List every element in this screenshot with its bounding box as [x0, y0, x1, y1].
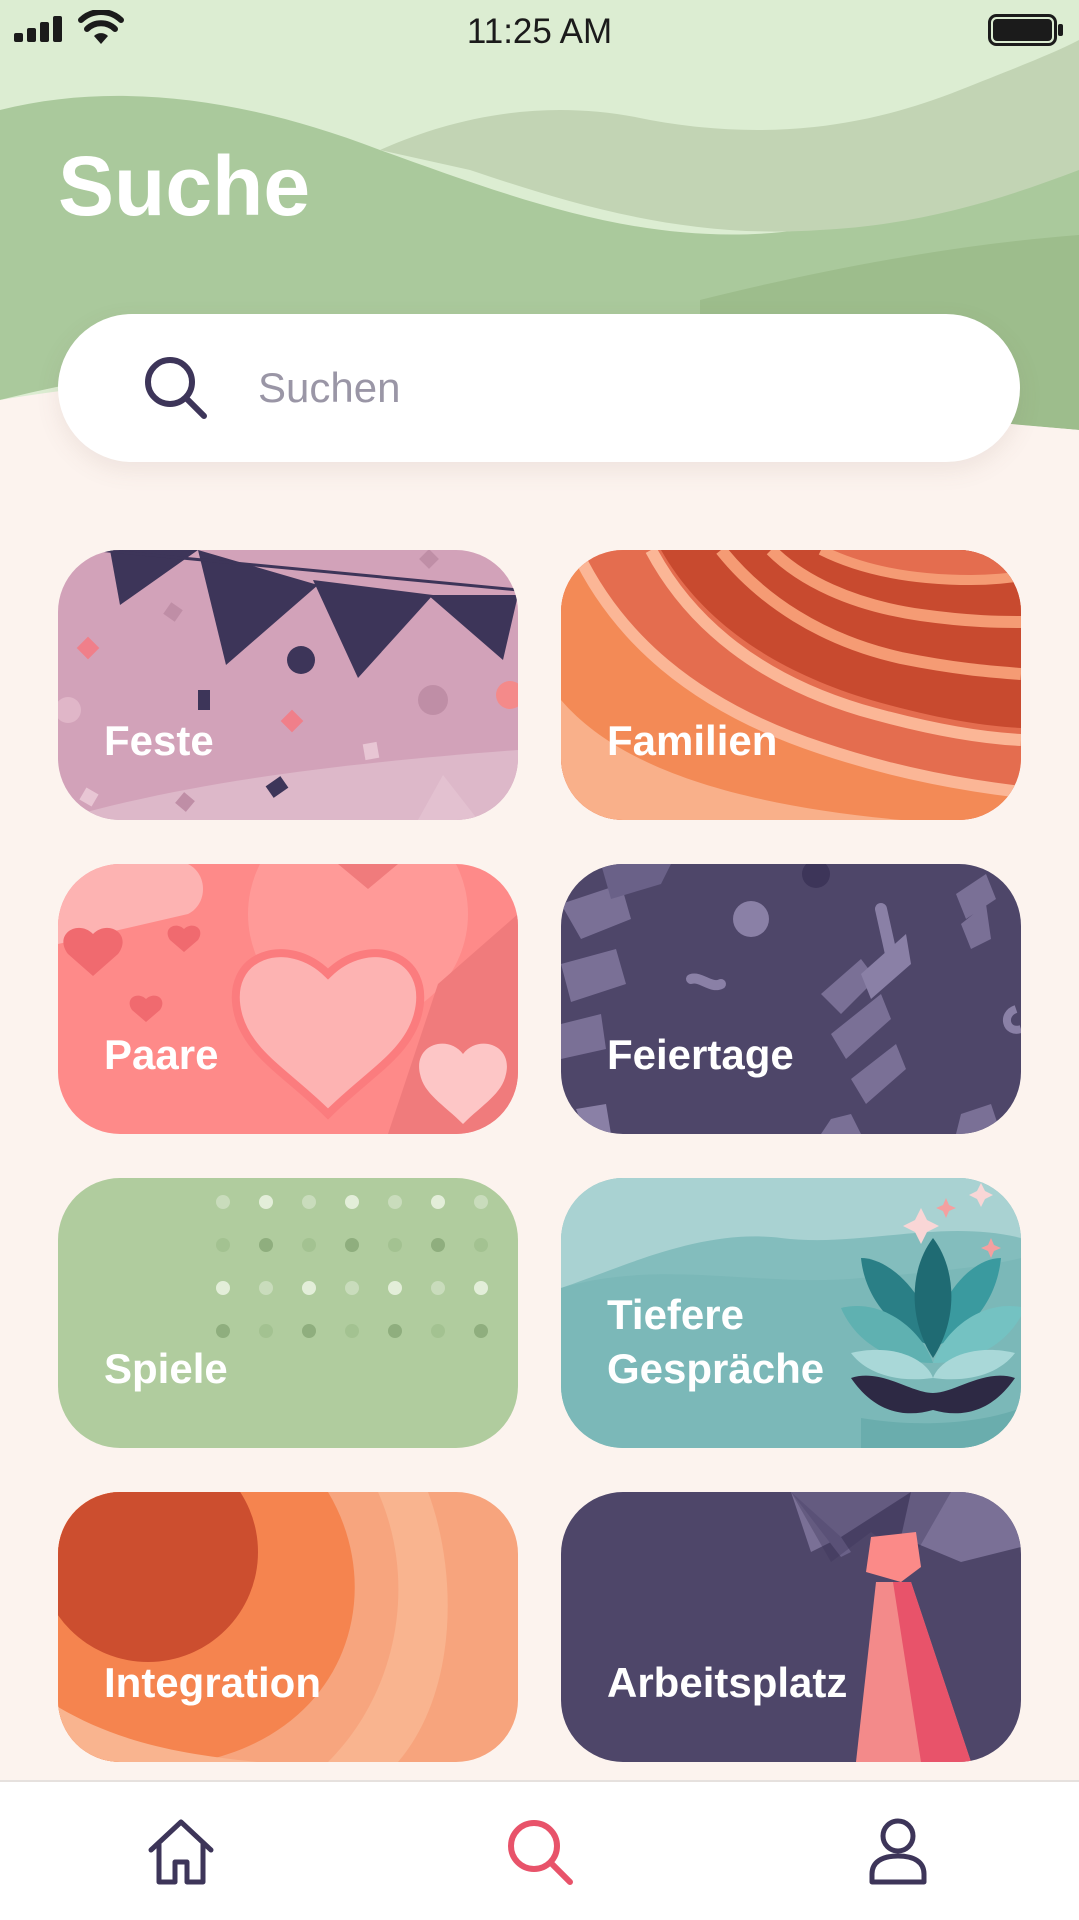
category-card-integration[interactable]: Integration	[58, 1492, 518, 1762]
decorative-dot	[216, 1195, 230, 1209]
decorative-dot	[474, 1324, 488, 1338]
category-card-feste[interactable]: Feste	[58, 550, 518, 820]
tab-profile[interactable]	[798, 1782, 998, 1920]
category-label: Familien	[607, 717, 778, 764]
category-card-arbeitsplatz[interactable]: Arbeitsplatz	[561, 1492, 1021, 1762]
user-icon	[869, 1818, 927, 1885]
category-card-paare[interactable]: Paare	[58, 864, 518, 1134]
decorative-dot	[431, 1281, 445, 1295]
decorative-dot	[302, 1238, 316, 1252]
integration-illustration	[58, 1492, 518, 1762]
decorative-dot	[259, 1238, 273, 1252]
decorative-dot	[302, 1324, 316, 1338]
battery-icon	[988, 14, 1063, 46]
decorative-dot	[216, 1324, 230, 1338]
bottom-tab-bar	[0, 1780, 1079, 1920]
category-label: Arbeitsplatz	[607, 1659, 848, 1706]
decorative-dot	[345, 1324, 359, 1338]
feiertage-illustration	[561, 864, 1021, 1134]
search-bar[interactable]	[58, 314, 1020, 462]
search-input[interactable]	[258, 314, 958, 462]
status-time: 11:25 AM	[466, 12, 613, 51]
category-label: Feiertage	[607, 1031, 794, 1078]
decorative-dot	[259, 1195, 273, 1209]
category-label: Integration	[104, 1659, 321, 1706]
category-card-feiertage[interactable]: Feiertage	[561, 864, 1021, 1134]
decorative-dot	[259, 1324, 273, 1338]
decorative-dot	[431, 1324, 445, 1338]
tab-search[interactable]	[440, 1782, 640, 1920]
decorative-dot	[474, 1195, 488, 1209]
decorative-dot	[345, 1195, 359, 1209]
decorative-dot	[474, 1238, 488, 1252]
decorative-dot	[259, 1281, 273, 1295]
category-card-spiele[interactable]: Spiele	[58, 1178, 518, 1448]
decorative-dot	[388, 1195, 402, 1209]
decorative-dot	[216, 1281, 230, 1295]
category-label: Tiefere Gespräche	[607, 1291, 825, 1392]
status-bar: 11:25 AM	[0, 0, 1079, 64]
category-label: Feste	[104, 717, 214, 764]
decorative-dot	[388, 1238, 402, 1252]
category-card-tiefere-gespraeche[interactable]: Tiefere Gespräche	[561, 1178, 1021, 1448]
home-icon	[148, 1819, 214, 1885]
page-title: Suche	[58, 139, 311, 233]
spiele-illustration	[58, 1178, 518, 1448]
decorative-dot	[302, 1195, 316, 1209]
familien-illustration	[561, 550, 1021, 820]
search-screen: 11:25 AM Suche Suchen Feste Familien Paa…	[0, 0, 1079, 1920]
decorative-dot	[302, 1281, 316, 1295]
decorative-dot	[431, 1195, 445, 1209]
feste-illustration	[58, 550, 518, 820]
decorative-dot	[474, 1281, 488, 1295]
decorative-dot	[345, 1281, 359, 1295]
decorative-dot	[345, 1238, 359, 1252]
category-label: Paare	[104, 1031, 219, 1078]
decorative-dot	[388, 1324, 402, 1338]
paare-illustration	[58, 864, 518, 1134]
search-icon	[508, 1820, 573, 1885]
category-label: Spiele	[104, 1345, 228, 1392]
category-card-familien[interactable]: Familien	[561, 550, 1021, 820]
tab-home[interactable]	[81, 1782, 281, 1920]
decorative-dot	[216, 1238, 230, 1252]
decorative-dot	[388, 1281, 402, 1295]
arbeitsplatz-illustration	[561, 1492, 1021, 1762]
search-icon	[145, 357, 207, 419]
decorative-dot	[431, 1238, 445, 1252]
